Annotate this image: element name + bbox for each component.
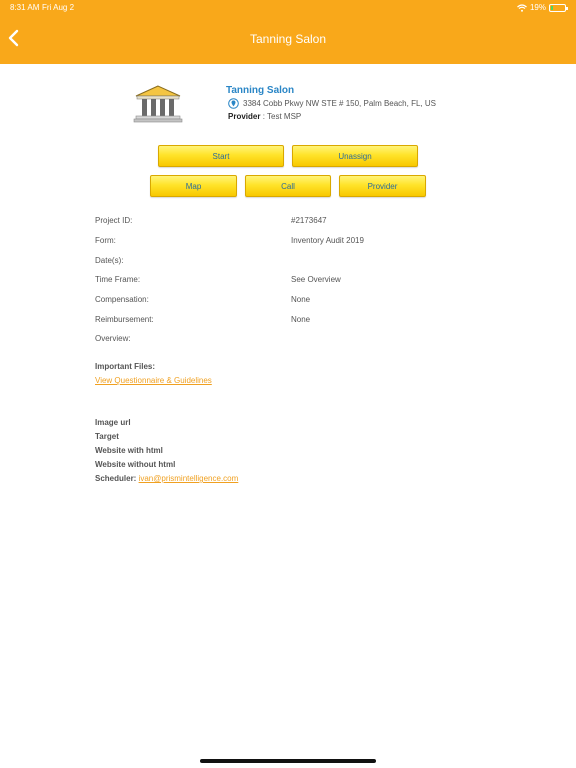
unassign-button[interactable]: Unassign — [292, 145, 418, 167]
website-with-html-label: Website with html — [95, 446, 163, 455]
form-label: Form: — [95, 236, 116, 245]
status-bar: 8:31 AM Fri Aug 2 19% — [8, 3, 568, 15]
call-button[interactable]: Call — [245, 175, 331, 197]
start-button[interactable]: Start — [158, 145, 284, 167]
provider-label: Provider — [228, 112, 261, 121]
scheduler-label: Scheduler: — [95, 474, 137, 483]
compensation-label: Compensation: — [95, 295, 149, 304]
overview-label: Overview: — [95, 334, 131, 343]
status-time: 8:31 AM — [10, 3, 40, 12]
provider-line: Provider : Test MSP — [228, 112, 301, 121]
status-date: Fri Aug 2 — [42, 3, 75, 12]
time-frame-label: Time Frame: — [95, 275, 141, 284]
home-indicator — [200, 759, 376, 763]
compensation-value: None — [291, 295, 311, 304]
location-address: 3384 Cobb Pkwy NW STE # 150, Palm Beach,… — [243, 99, 436, 108]
scheduler-email-link[interactable]: ivan@prismintelligence.com — [139, 474, 239, 483]
navigation-bar: 8:31 AM Fri Aug 2 19% Tanning Salon — [0, 0, 576, 64]
wifi-icon — [517, 3, 527, 12]
time-frame-value: See Overview — [291, 275, 341, 284]
provider-button[interactable]: Provider — [339, 175, 426, 197]
questionnaire-link[interactable]: View Questionnaire & Guidelines — [95, 376, 212, 385]
dates-label: Date(s): — [95, 256, 124, 265]
website-without-html-label: Website without html — [95, 460, 176, 469]
location-pin-icon — [228, 98, 239, 109]
bank-building-icon — [133, 85, 183, 123]
form-value: Inventory Audit 2019 — [291, 236, 364, 245]
location-name: Tanning Salon — [226, 85, 295, 96]
questionnaire-link-row: View Questionnaire & Guidelines — [95, 376, 212, 385]
map-button[interactable]: Map — [150, 175, 237, 197]
page-title: Tanning Salon — [249, 32, 327, 46]
project-id-label: Project ID: — [95, 216, 133, 225]
reimbursement-value: None — [291, 315, 311, 324]
target-label: Target — [95, 432, 119, 441]
project-id-value: #2173647 — [291, 216, 327, 225]
reimbursement-label: Reimbursement: — [95, 315, 154, 324]
battery-icon — [549, 3, 568, 12]
status-right: 19% — [517, 3, 568, 12]
provider-value: : Test MSP — [262, 112, 302, 121]
image-url-label: Image url — [95, 418, 131, 427]
scheduler-row: Scheduler: ivan@prismintelligence.com — [95, 474, 238, 483]
battery-percent: 19% — [529, 3, 546, 12]
important-files-title: Important Files: — [95, 362, 156, 371]
